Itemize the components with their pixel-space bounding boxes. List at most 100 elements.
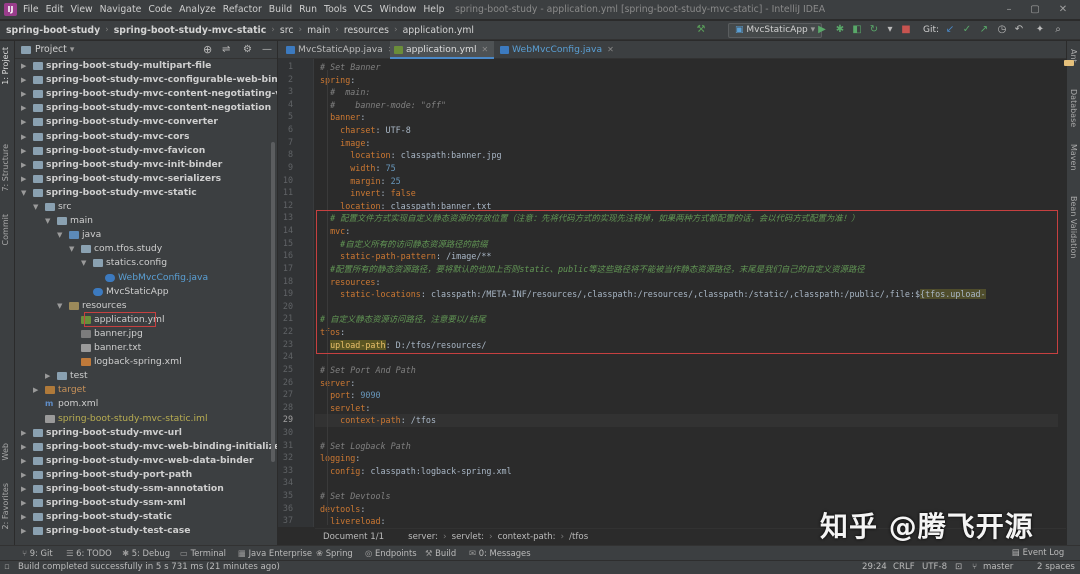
- code-line[interactable]: spring:: [320, 74, 355, 87]
- arrow-icon[interactable]: ▼: [69, 242, 74, 256]
- git-update-icon[interactable]: ↙: [944, 24, 956, 36]
- more-run-icon[interactable]: ▾: [884, 24, 896, 36]
- line-separator[interactable]: CRLF: [893, 562, 915, 572]
- indent-setting[interactable]: 2 spaces: [1037, 562, 1075, 572]
- tree-item[interactable]: ▼ statics.config: [15, 256, 271, 270]
- tree-item[interactable]: ▶ spring-boot-study-mvc-favicon: [15, 144, 271, 158]
- arrow-icon[interactable]: ▶: [21, 115, 26, 129]
- tool-window-3[interactable]: ▭ Terminal: [180, 548, 226, 558]
- tool-favorites[interactable]: 2: Favorites: [1, 483, 10, 529]
- yaml-path-item[interactable]: server:: [408, 532, 438, 542]
- tool-window-6[interactable]: ◎ Endpoints: [365, 548, 417, 558]
- tree-item[interactable]: ▶ spring-boot-study-test-case: [15, 524, 271, 538]
- arrow-icon[interactable]: ▶: [21, 510, 26, 524]
- code-line[interactable]: width: 75: [320, 162, 395, 175]
- tree-item[interactable]: ▶ spring-boot-study-multipart-file: [15, 59, 271, 73]
- collapse-all-icon[interactable]: ⇌: [222, 44, 230, 55]
- tree-item[interactable]: ▼ main: [15, 214, 271, 228]
- arrow-icon[interactable]: ▼: [57, 299, 62, 313]
- tree-item[interactable]: ▶ spring-boot-study-mvc-web-data-binder: [15, 454, 271, 468]
- arrow-icon[interactable]: ▶: [21, 158, 26, 172]
- yaml-path-item[interactable]: servlet:: [452, 532, 484, 542]
- arrow-icon[interactable]: ▼: [45, 214, 50, 228]
- tool-window-2[interactable]: ✱ 5: Debug: [122, 548, 170, 558]
- chevron-down-icon[interactable]: ▾: [70, 45, 75, 55]
- arrow-icon[interactable]: ▼: [21, 186, 26, 200]
- tree-item[interactable]: ▼ spring-boot-study-mvc-static: [15, 186, 271, 200]
- code-line[interactable]: # Set Banner: [320, 61, 381, 74]
- crumb-1[interactable]: spring-boot-study-mvc-static: [114, 25, 267, 36]
- code-line[interactable]: charset: UTF-8: [320, 124, 411, 137]
- tree-item[interactable]: ▼ src: [15, 200, 271, 214]
- tool-maven[interactable]: Maven: [1069, 144, 1078, 171]
- git-commit-icon[interactable]: ✓: [961, 24, 973, 36]
- code-line[interactable]: server:: [320, 377, 355, 390]
- run-icon[interactable]: ▶: [816, 24, 828, 36]
- tool-window-0[interactable]: ⑂ 9: Git: [22, 548, 53, 558]
- tool-bean-validation[interactable]: Bean Validation: [1069, 196, 1078, 258]
- code-line[interactable]: # Set Devtools: [320, 490, 391, 503]
- tree-item[interactable]: ▼ java: [15, 228, 271, 242]
- debug-icon[interactable]: ✱: [834, 24, 846, 36]
- tool-database[interactable]: Database: [1069, 89, 1078, 127]
- locate-icon[interactable]: ⊕: [203, 43, 212, 56]
- menu-window[interactable]: Window: [380, 4, 417, 15]
- tree-item[interactable]: ▶ spring-boot-study-mvc-url: [15, 426, 271, 440]
- gear-icon[interactable]: ⚙: [243, 44, 252, 55]
- status-message[interactable]: Build completed successfully in 5 s 731 …: [18, 562, 280, 572]
- caret-position[interactable]: 29:24: [862, 562, 887, 572]
- arrow-icon[interactable]: ▶: [21, 482, 26, 496]
- menu-build[interactable]: Build: [269, 4, 292, 15]
- code-line[interactable]: # Set Logback Path: [320, 440, 411, 453]
- hide-icon[interactable]: —: [262, 44, 272, 55]
- arrow-icon[interactable]: ▼: [81, 256, 86, 270]
- menu-refactor[interactable]: Refactor: [223, 4, 262, 15]
- tab-application-yml[interactable]: application.yml ✕: [390, 41, 495, 59]
- tree-item[interactable]: ▶ spring-boot-study-mvc-content-negotiati…: [15, 101, 271, 115]
- tree-item[interactable]: ▶ spring-boot-study-mvc-cors: [15, 130, 271, 144]
- tree-item[interactable]: ▶ spring-boot-study-mvc-serializers: [15, 172, 271, 186]
- tree-item[interactable]: m pom.xml: [15, 397, 271, 411]
- tree-item[interactable]: ▶ test: [15, 369, 271, 383]
- tree-item[interactable]: ▼ resources: [15, 299, 271, 313]
- code-line[interactable]: livereload:: [320, 515, 385, 527]
- yaml-path-item[interactable]: /tfos: [569, 532, 588, 542]
- maximize-icon[interactable]: ▢: [1028, 3, 1042, 16]
- tool-project[interactable]: 1: Project: [1, 47, 10, 85]
- arrow-icon[interactable]: ▶: [33, 383, 38, 397]
- lock-icon[interactable]: ⊡: [955, 562, 962, 572]
- arrow-icon[interactable]: ▶: [21, 130, 26, 144]
- tree-item[interactable]: banner.jpg: [15, 327, 271, 341]
- tool-web[interactable]: Web: [1, 443, 10, 460]
- code-line[interactable]: invert: false: [320, 187, 416, 200]
- tree-item[interactable]: ▶ spring-boot-study-mvc-converter: [15, 115, 271, 129]
- tree-item[interactable]: spring-boot-study-mvc-static.iml: [15, 412, 271, 426]
- menu-navigate[interactable]: Navigate: [100, 4, 142, 15]
- file-encoding[interactable]: UTF-8: [922, 562, 947, 572]
- tree-item[interactable]: ▶ spring-boot-study-ssm-annotation: [15, 482, 271, 496]
- git-push-icon[interactable]: ↗: [978, 24, 990, 36]
- tree-item[interactable]: ▶ spring-boot-study-mvc-configurable-web-…: [15, 73, 277, 87]
- arrow-icon[interactable]: ▶: [21, 73, 26, 87]
- close-tab-icon[interactable]: ✕: [607, 45, 614, 54]
- coverage-icon[interactable]: ◧: [851, 24, 863, 36]
- tree-item[interactable]: ▶ spring-boot-study-port-path: [15, 468, 271, 482]
- arrow-icon[interactable]: ▼: [33, 200, 38, 214]
- tool-window-1[interactable]: ☰ 6: TODO: [66, 548, 112, 558]
- crumb-0[interactable]: spring-boot-study: [6, 25, 100, 36]
- yaml-path-item[interactable]: Document 1/1: [323, 532, 384, 542]
- close-tab-icon[interactable]: ✕: [482, 45, 489, 54]
- code-line[interactable]: margin: 25: [320, 175, 400, 188]
- tree-item[interactable]: ▶ spring-boot-study-mvc-content-negotiati…: [15, 87, 277, 101]
- code-line[interactable]: context-path: /tfos: [320, 414, 436, 427]
- git-branch[interactable]: master: [983, 562, 1013, 572]
- code-line[interactable]: location: classpath:banner.jpg: [320, 149, 501, 162]
- crumb-2[interactable]: src: [280, 25, 294, 36]
- arrow-icon[interactable]: ▶: [21, 496, 26, 510]
- arrow-icon[interactable]: ▼: [57, 228, 62, 242]
- tool-window-4[interactable]: ▦ Java Enterprise: [238, 548, 312, 558]
- yaml-path-item[interactable]: context-path:: [498, 532, 556, 542]
- search-everywhere-icon[interactable]: ⌕: [1052, 24, 1064, 36]
- tree-item[interactable]: ▼ com.tfos.study: [15, 242, 271, 256]
- run-config-selector[interactable]: ▣ MvcStaticApp ▾: [728, 23, 823, 38]
